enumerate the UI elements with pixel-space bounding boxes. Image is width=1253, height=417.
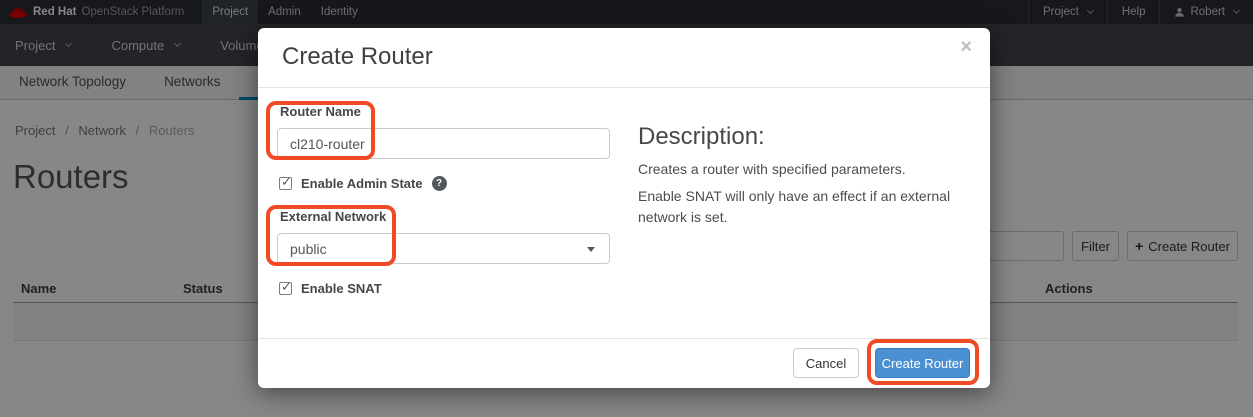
screen: Red Hat OpenStack Platform Project Admin…	[0, 0, 1253, 417]
admin-state-row: ✓ Enable Admin State ?	[279, 174, 447, 191]
snat-checkbox[interactable]: ✓	[279, 279, 292, 295]
modal-footer: Cancel Create Router	[258, 338, 990, 388]
external-network-select[interactable]: public	[277, 233, 610, 264]
snat-label: Enable SNAT	[301, 281, 382, 296]
snat-row: ✓ Enable SNAT	[279, 279, 382, 296]
create-router-modal: Create Router × Router Name ✓ Enable Adm…	[258, 28, 990, 388]
description-paragraph-2: Enable SNAT will only have an effect if …	[638, 188, 951, 225]
modal-title: Create Router	[282, 43, 433, 70]
description-paragraph-1: Creates a router with specified paramete…	[638, 161, 906, 177]
external-network-value: public	[290, 240, 327, 257]
check-icon: ✓	[281, 174, 292, 189]
router-name-label: Router Name	[280, 104, 361, 119]
question-circle-icon[interactable]: ?	[431, 176, 447, 191]
description-heading: Description:	[638, 123, 765, 150]
create-router-submit-button[interactable]: Create Router	[875, 348, 970, 378]
close-icon[interactable]: ×	[960, 36, 972, 59]
check-icon: ✓	[281, 279, 292, 294]
router-name-input[interactable]	[277, 128, 610, 159]
modal-header: Create Router ×	[258, 28, 990, 88]
caret-down-icon	[587, 247, 595, 252]
admin-state-checkbox[interactable]: ✓	[279, 174, 292, 190]
admin-state-label: Enable Admin State	[301, 176, 423, 191]
cancel-button[interactable]: Cancel	[793, 348, 859, 378]
external-network-label: External Network	[280, 209, 387, 224]
